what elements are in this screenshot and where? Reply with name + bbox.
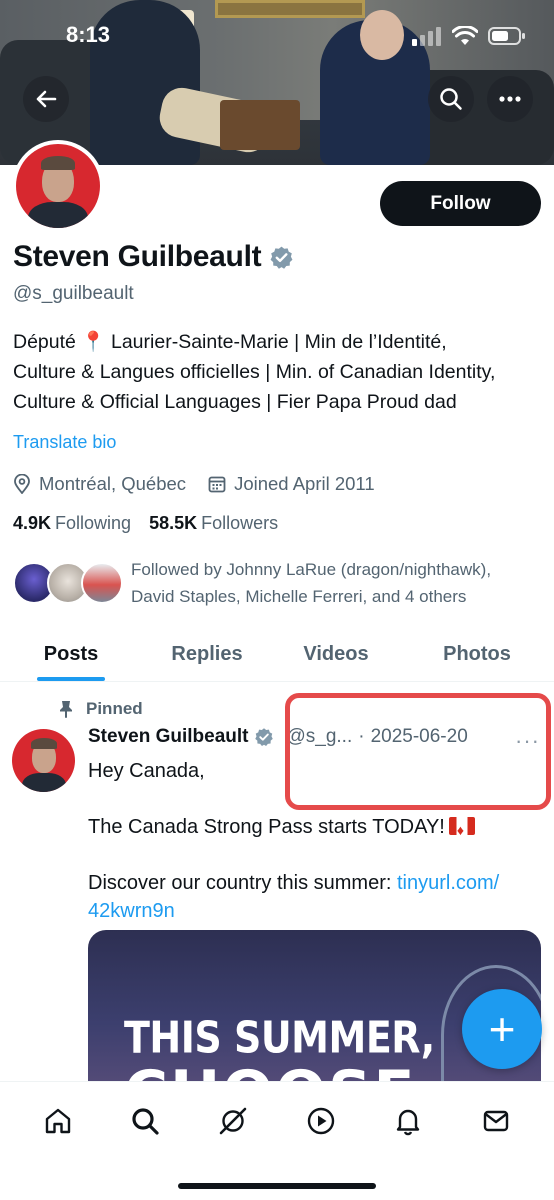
- wifi-icon: [452, 26, 478, 45]
- profile-location: Montréal, Québec: [13, 473, 186, 495]
- follow-counts: 4.9K Following 58.5K Followers: [13, 513, 278, 534]
- tab-replies[interactable]: Replies: [142, 628, 272, 681]
- profile-name: Steven Guilbeault: [13, 240, 262, 273]
- post-link[interactable]: tinyurl.com/: [397, 872, 499, 894]
- search-icon: [440, 88, 462, 110]
- pinned-indicator: Pinned: [58, 699, 143, 719]
- tab-posts[interactable]: Posts: [0, 628, 142, 681]
- followers-link[interactable]: 58.5K Followers: [149, 513, 278, 534]
- profile-handle: @s_guilbeault: [13, 283, 134, 304]
- notifications-icon: [397, 1109, 420, 1136]
- banner-person-right-head: [360, 10, 404, 60]
- follower-avatar: [81, 562, 123, 604]
- post-line: Discover our country this summer:: [88, 872, 397, 894]
- plus-icon: +: [488, 1003, 516, 1055]
- more-options-button[interactable]: [487, 76, 533, 122]
- tab-videos[interactable]: Videos: [272, 628, 400, 681]
- annotation-highlight-box: [285, 693, 551, 810]
- post-author-name[interactable]: Steven Guilbeault: [88, 726, 248, 748]
- profile-name-row: Steven Guilbeault: [13, 240, 294, 274]
- back-arrow-icon: [36, 90, 57, 108]
- cellular-signal-icon: [412, 27, 441, 46]
- bio-line: Culture & Official Languages | Fier Papa…: [13, 391, 457, 413]
- profile-joined: Joined April 2011: [208, 473, 375, 495]
- compose-post-button[interactable]: +: [462, 989, 542, 1069]
- profile-tabs: Posts Replies Videos Photos: [0, 628, 554, 682]
- nav-search[interactable]: [123, 1099, 167, 1143]
- post-link-continued[interactable]: 42kwrn9n: [88, 900, 175, 922]
- nav-messages[interactable]: [474, 1099, 518, 1143]
- nav-home[interactable]: [36, 1099, 80, 1143]
- home-indicator: [178, 1183, 376, 1189]
- location-text: Montréal, Québec: [39, 473, 187, 494]
- post-line: The Canada Strong Pass starts TODAY!: [88, 816, 445, 838]
- follow-button[interactable]: Follow: [380, 181, 541, 226]
- pin-icon: [60, 701, 72, 718]
- followed-by-avatars: [13, 556, 123, 604]
- more-icon: [499, 96, 521, 102]
- status-time: 8:13: [66, 22, 111, 47]
- bottom-navigation: [0, 1081, 554, 1200]
- verified-badge-icon[interactable]: [269, 245, 294, 270]
- nav-notifications[interactable]: [386, 1099, 430, 1143]
- video-icon: [307, 1107, 334, 1135]
- battery-icon: [488, 27, 525, 45]
- followed-by-text: Followed by Johnny LaRue (dragon/nightha…: [131, 556, 531, 610]
- calendar-icon: [208, 476, 226, 493]
- profile-meta: Montréal, Québec Joined April 2011: [13, 473, 375, 495]
- location-icon: [14, 474, 30, 494]
- followers-label: Followers: [201, 513, 279, 533]
- post-line-with-flag: The Canada Strong Pass starts TODAY!: [88, 813, 543, 844]
- messages-icon: [483, 1110, 509, 1132]
- followed-by-row[interactable]: Followed by Johnny LaRue (dragon/nightha…: [13, 556, 531, 610]
- following-count: 4.9K: [13, 513, 52, 533]
- profile-avatar[interactable]: [12, 140, 104, 232]
- following-label: Following: [55, 513, 132, 533]
- followed-by-line: David Staples, Michelle Ferreri, and 4 o…: [131, 587, 467, 606]
- following-link[interactable]: 4.9K Following: [13, 513, 131, 534]
- banner-painting: [215, 0, 365, 18]
- back-button[interactable]: [23, 76, 69, 122]
- canada-flag-icon: [448, 816, 475, 844]
- banner-side-table: [220, 100, 300, 150]
- translate-bio-link[interactable]: Translate bio: [13, 432, 116, 453]
- media-title-text: THIS SUMMER,: [124, 1012, 435, 1063]
- post-author-avatar[interactable]: [12, 729, 75, 792]
- status-icons: [412, 26, 526, 46]
- tab-photos[interactable]: Photos: [400, 628, 554, 681]
- profile-avatar-image: [16, 144, 100, 228]
- verified-badge-icon: [255, 728, 274, 746]
- profile-bio: Député 📍 Laurier-Sainte-Marie | Min de l…: [13, 327, 548, 417]
- followed-by-line: Followed by Johnny LaRue (dragon/nightha…: [131, 560, 492, 579]
- home-icon: [45, 1108, 71, 1134]
- followers-count: 58.5K: [149, 513, 198, 533]
- nav-video[interactable]: [299, 1099, 343, 1143]
- grok-icon: [219, 1107, 247, 1135]
- search-icon: [132, 1108, 160, 1135]
- nav-grok[interactable]: [211, 1099, 255, 1143]
- pinned-label: Pinned: [86, 699, 143, 718]
- joined-text: Joined April 2011: [234, 473, 375, 494]
- search-button[interactable]: [428, 76, 474, 122]
- bio-line: Culture & Langues officielles | Min. of …: [13, 361, 496, 383]
- post-line-with-link: Discover our country this summer: tinyur…: [88, 869, 543, 897]
- bio-line: Député 📍 Laurier-Sainte-Marie | Min de l…: [13, 331, 447, 353]
